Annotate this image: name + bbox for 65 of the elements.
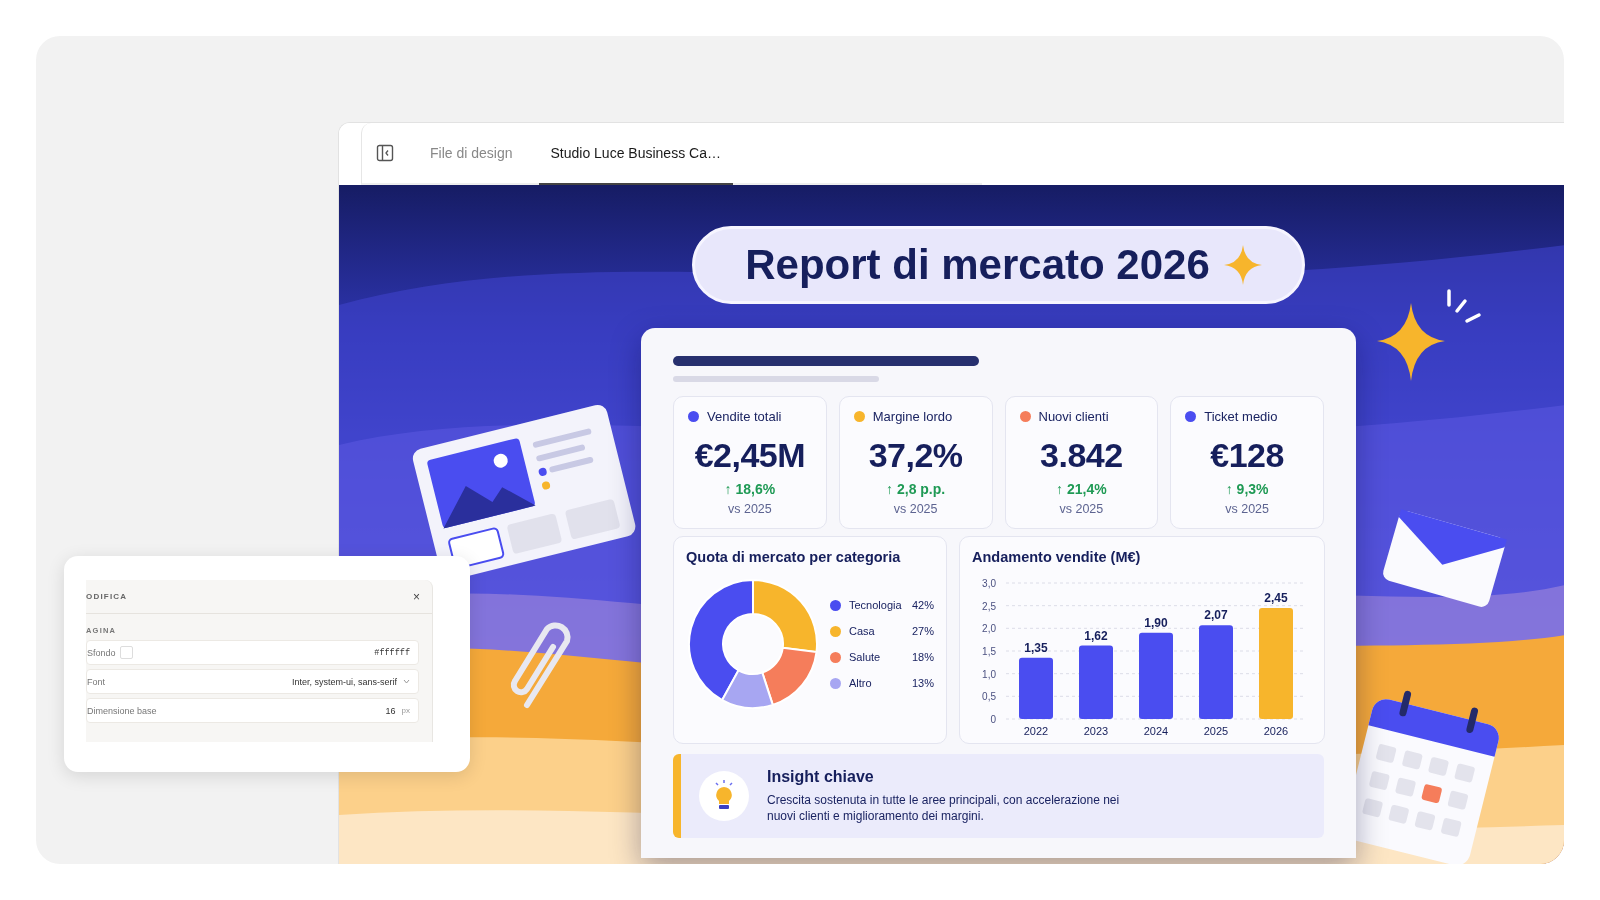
legend-value: 13% [911, 677, 934, 689]
kpi-comparison: vs 2025 [728, 502, 772, 516]
legend-label: Casa [849, 625, 876, 637]
kpi-label: Margine lordo [872, 409, 953, 424]
axis-tick-label: 3,0 [982, 578, 996, 589]
chart-title: Andamento vendite (M€) [972, 549, 1142, 565]
kpi-value: 3.842 [1040, 436, 1123, 475]
data-label: 1,62 [1084, 628, 1108, 643]
lightbulb-icon [699, 771, 749, 821]
kpi-value: 37,2% [868, 436, 963, 475]
kpi-value: €2,45M [694, 436, 806, 475]
kpi-label: Vendite totali [707, 409, 782, 424]
field-label: Dimensione base [87, 705, 157, 716]
kpi-change: ↑ 9,3% [1225, 481, 1269, 497]
data-label: 1,90 [1144, 615, 1168, 630]
axis-category-label: 2026 [1263, 725, 1289, 737]
font-dropdown[interactable]: Font Inter, system-ui, sans-serif [86, 669, 419, 694]
field-value: Inter, system-ui, sans-serif [291, 676, 397, 687]
report-title: Report di mercato 2026 [745, 241, 1210, 289]
kpi-change: ↑ 18,6% [724, 481, 776, 497]
kpi-comparison: vs 2025 [1225, 502, 1269, 516]
axis-category-label: 2023 [1083, 725, 1109, 737]
chevron-down-icon [403, 679, 410, 684]
field-value: #ffffff [374, 647, 410, 658]
data-label: 2,07 [1204, 608, 1228, 623]
chart-title: Quota di mercato per categoria [686, 549, 902, 565]
kpi-label: Nuovi clienti [1038, 409, 1109, 424]
legend-value: 18% [911, 651, 934, 663]
axis-tick-label: 2,0 [982, 623, 996, 635]
kpi-change: ↑ 2,8 p.p. [886, 481, 946, 497]
close-button[interactable]: × [413, 589, 420, 604]
axis-category-label: 2025 [1203, 725, 1229, 737]
data-label: 2,45 [1264, 590, 1288, 605]
tab[interactable]: File di design [418, 123, 525, 185]
legend-value: 42% [911, 599, 934, 611]
data-label: 1,35 [1024, 640, 1048, 655]
kpi-comparison: vs 2025 [1059, 502, 1104, 516]
legend-label: Altro [849, 677, 873, 689]
field-value: 16 [385, 705, 396, 716]
kpi-comparison: vs 2025 [893, 502, 938, 516]
legend-label: Salute [849, 651, 882, 663]
axis-tick-label: 0,5 [982, 691, 996, 703]
property-field[interactable]: Sfondo #ffffff [86, 640, 419, 665]
axis-tick-label: 2,5 [982, 600, 996, 612]
field-label: Sfondo [87, 647, 116, 658]
sidebar-toggle-icon[interactable] [376, 144, 394, 162]
unit-label: px [401, 706, 410, 715]
axis-category-label: 2024 [1143, 725, 1169, 737]
axis-tick-label: 1,0 [982, 668, 996, 680]
insight-title: Insight chiave [767, 767, 875, 786]
axis-tick-label: 0 [990, 714, 996, 725]
kpi-change: ↑ 21,4% [1056, 481, 1107, 497]
legend-label: Tecnologia [849, 599, 903, 611]
sparkle-icon [1223, 245, 1262, 285]
axis-tick-label: 1,5 [982, 646, 996, 657]
kpi-label: Ticket medio [1204, 409, 1278, 424]
legend-value: 27% [911, 625, 934, 637]
panel-title: ODIFICA [86, 592, 128, 601]
insight-text: Crescita sostenuta in tutte le aree principali, con accelerazione nei nuovi clienti e miglioramento dei margini. [767, 791, 1121, 825]
kpi-value: €128 [1210, 436, 1284, 475]
chart-bar [1019, 657, 1053, 719]
color-swatch[interactable] [119, 646, 133, 659]
axis-category-label: 2022 [1023, 725, 1049, 737]
property-field[interactable]: Dimensione base 16 px [86, 698, 419, 723]
field-label: Font [87, 676, 105, 687]
